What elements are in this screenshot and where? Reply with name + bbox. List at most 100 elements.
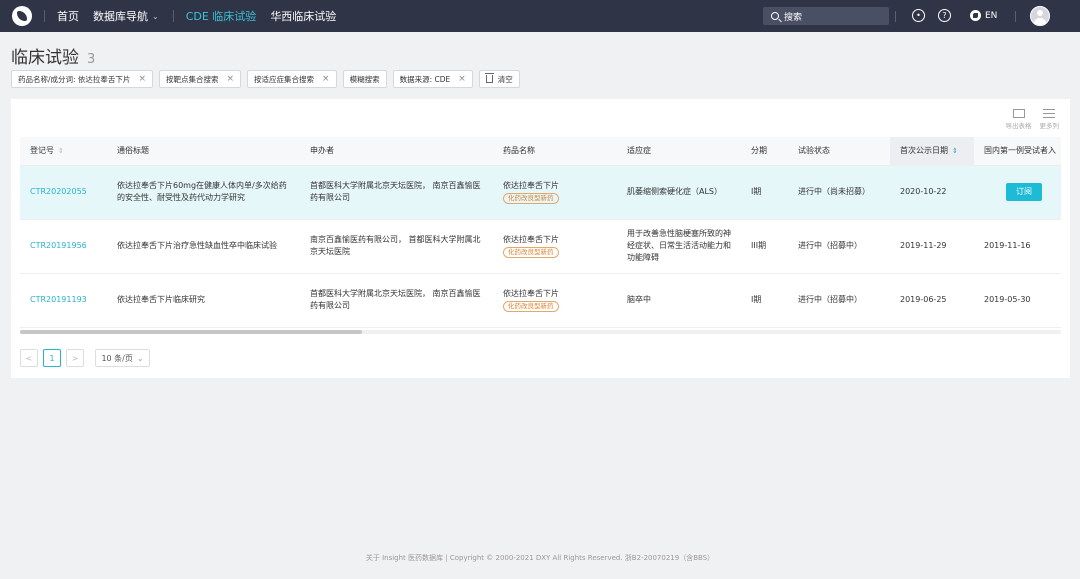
- chevron-down-icon: ⌄: [136, 353, 144, 363]
- column-header-sponsor: 申办者: [300, 137, 493, 166]
- filter-tag-label: 按适应症集合搜索: [254, 74, 315, 84]
- drug-cell: 依达拉奉舌下片 化药改良型新药: [493, 273, 617, 328]
- column-header-status: 试验状态: [788, 137, 890, 166]
- drug-type-badge: 化药改良型新药: [503, 193, 559, 204]
- page-size-select[interactable]: 10 条/页 ⌄: [95, 349, 150, 367]
- drug-name: 依达拉奉舌下片: [503, 289, 559, 298]
- drug-name: 依达拉奉舌下片: [503, 235, 559, 244]
- indication-cell: 用于改善急性脑梗塞所致的神经症状、日常生活活动能力和功能障碍: [617, 219, 741, 274]
- more-columns-button[interactable]: 更多列: [1039, 109, 1060, 130]
- subscribe-button[interactable]: 订阅: [1006, 183, 1042, 201]
- next-page-button[interactable]: >: [66, 349, 84, 367]
- filter-tag-label: 按靶点集合搜索: [165, 74, 219, 84]
- divider: [172, 10, 174, 22]
- table-row[interactable]: CTR20191193 依达拉奉舌下片临床研究 首都医科大学附属北京天坛医院， …: [20, 273, 1061, 328]
- export-label: 导出表格: [1005, 122, 1032, 130]
- clear-label: 清空: [497, 74, 513, 84]
- page-title: 临床试验 3: [11, 43, 95, 68]
- first-date-cell: 2020-10-22: [890, 165, 974, 220]
- search-input[interactable]: 搜索: [763, 7, 889, 25]
- reg-no-link[interactable]: CTR20191956: [30, 241, 87, 250]
- footer: 关于 Insight 医药数据库 | Copyright © 2000-2021…: [365, 554, 715, 562]
- horizontal-scrollbar[interactable]: [20, 330, 1061, 334]
- filter-tag-target-set[interactable]: 按靶点集合搜索 ×: [158, 70, 242, 88]
- list-icon: [1043, 109, 1056, 118]
- indication-cell: 肌萎缩侧索硬化症（ALS）: [617, 165, 741, 220]
- lightbulb-icon[interactable]: •: [912, 9, 925, 22]
- page-title-text: 临床试验: [11, 48, 79, 68]
- filter-tag-drug-name[interactable]: 药品名称/成分词: 依达拉奉舌下片 ×: [11, 70, 153, 88]
- more-columns-label: 更多列: [1039, 122, 1060, 130]
- column-header-title: 通俗标题: [107, 137, 300, 166]
- filter-tag-label: 药品名称/成分词: 依达拉奉舌下片: [18, 74, 131, 84]
- sort-icon[interactable]: ⇕: [952, 147, 958, 155]
- search-icon: [771, 12, 779, 20]
- reg-no-link[interactable]: CTR20202055: [30, 187, 87, 196]
- sort-icon[interactable]: ⇕: [58, 147, 64, 155]
- nav-huaxi-trials[interactable]: 华西临床试验: [270, 8, 336, 24]
- first-subject-cell: 2019-11-16: [974, 219, 1061, 274]
- logo-icon[interactable]: [12, 6, 32, 26]
- globe-icon: [970, 10, 981, 21]
- pagination: < 1 > 10 条/页 ⌄: [20, 349, 150, 367]
- column-header-indication: 适应症: [617, 137, 741, 166]
- column-header-phase: 分期: [741, 137, 788, 166]
- table-row[interactable]: CTR20191956 依达拉奉舌下片治疗急性缺血性卒中临床试验 南京百鑫愉医药…: [20, 219, 1061, 274]
- filter-tags: 药品名称/成分词: 依达拉奉舌下片 × 按靶点集合搜索 × 按适应症集合搜索 × 模糊…: [11, 70, 520, 88]
- title-cell: 依达拉奉舌下片治疗急性缺血性卒中临床试验: [107, 219, 300, 274]
- drug-type-badge: 化药改良型新药: [503, 247, 559, 258]
- divider: [895, 11, 896, 22]
- close-icon[interactable]: ×: [458, 74, 466, 84]
- close-icon[interactable]: ×: [322, 74, 330, 84]
- table-header-row: 登记号 ⇕ 通俗标题 申办者 药品名称 适应症 分期 试验状态 首次公示日期 ⇕ 国…: [20, 137, 1061, 166]
- nav-cde-trials[interactable]: CDE 临床试验: [186, 8, 257, 24]
- sponsor-cell: 首都医科大学附属北京天坛医院， 南京百鑫愉医药有限公司: [300, 165, 493, 220]
- close-icon[interactable]: ×: [138, 74, 146, 84]
- indication-cell: 脑卒中: [617, 273, 741, 328]
- language-switch[interactable]: EN: [970, 10, 997, 21]
- phase-cell: III期: [741, 219, 788, 274]
- help-icon[interactable]: ?: [938, 9, 951, 22]
- export-table-button[interactable]: 导出表格: [1006, 109, 1032, 130]
- filter-tag-fuzzy-search[interactable]: 模糊搜索: [342, 70, 387, 88]
- filter-tag-indication-set[interactable]: 按适应症集合搜索 ×: [247, 70, 337, 88]
- search-placeholder: 搜索: [784, 12, 803, 23]
- page-number-button[interactable]: 1: [43, 349, 61, 367]
- action-cell: 订阅: [974, 165, 1061, 220]
- avatar[interactable]: [1030, 6, 1050, 26]
- nav-database-menu[interactable]: 数据库导航 ⌄: [93, 8, 159, 24]
- close-icon[interactable]: ×: [226, 74, 234, 84]
- sponsor-cell: 首都医科大学附属北京天坛医院， 南京百鑫愉医药有限公司: [300, 273, 493, 328]
- status-cell: 进行中（招募中）: [788, 273, 890, 328]
- results-card: 导出表格 更多列 登记号 ⇕ 通俗标题 申办者 药品名称 适应症 分期 试验状态 …: [11, 99, 1070, 378]
- column-header-drug: 药品名称: [493, 137, 617, 166]
- scrollbar-thumb[interactable]: [20, 330, 362, 334]
- table-row[interactable]: CTR20202055 依达拉奉舌下片60mg在健康人体内单/多次给药的安全性、…: [20, 165, 1061, 220]
- phase-cell: I期: [741, 273, 788, 328]
- status-cell: 进行中（招募中）: [788, 219, 890, 274]
- first-date-cell: 2019-06-25: [890, 273, 974, 328]
- export-icon: [1012, 109, 1025, 118]
- column-header-reg-no[interactable]: 登记号 ⇕: [20, 137, 107, 166]
- nav-home[interactable]: 首页: [57, 8, 79, 24]
- column-header-first-subject: 国内第一例受试者入: [974, 137, 1061, 166]
- result-count: 3: [87, 52, 96, 67]
- page-size-label: 10 条/页: [101, 353, 133, 363]
- drug-type-badge: 化药改良型新药: [503, 301, 559, 312]
- column-header-first-date[interactable]: 首次公示日期 ⇕: [890, 137, 974, 166]
- reg-no-link[interactable]: CTR20191193: [30, 295, 87, 304]
- trash-icon: [484, 73, 494, 83]
- prev-page-button[interactable]: <: [20, 349, 38, 367]
- divider: [1015, 11, 1016, 22]
- language-label: EN: [985, 10, 998, 21]
- drug-cell: 依达拉奉舌下片 化药改良型新药: [493, 219, 617, 274]
- first-subject-cell: 2019-05-30: [974, 273, 1061, 328]
- phase-cell: I期: [741, 165, 788, 220]
- drug-name: 依达拉奉舌下片: [503, 181, 559, 190]
- clear-filters-button[interactable]: 清空: [478, 70, 520, 88]
- drug-cell: 依达拉奉舌下片 化药改良型新药: [493, 165, 617, 220]
- divider: [44, 10, 45, 22]
- sponsor-cell: 南京百鑫愉医药有限公司， 首都医科大学附属北京天坛医院: [300, 219, 493, 274]
- filter-tag-label: 模糊搜索: [349, 74, 380, 84]
- filter-tag-data-source[interactable]: 数据来源: CDE ×: [392, 70, 473, 88]
